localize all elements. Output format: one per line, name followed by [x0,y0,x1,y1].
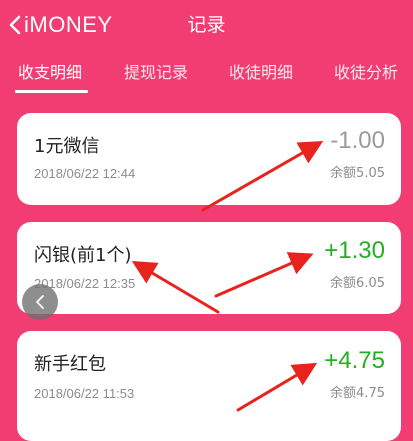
balance-label: 余额 [330,386,357,401]
record-amount: -1.00 [330,127,385,154]
record-name: 1元微信 [34,136,100,157]
record-balance: 余额5.05 [330,165,385,183]
record-amount: +4.75 [324,347,385,374]
balance-value: 4.75 [356,386,385,401]
record-name: 新手红包 [34,354,106,375]
record-card[interactable]: 1元微信 -1.00 2018/06/22 12:44 余额5.05 [17,113,401,205]
record-date: 2018/06/22 11:53 [34,386,135,401]
record-card[interactable]: 新手红包 +4.75 2018/06/22 11:53 余额4.75 [17,331,401,441]
record-card[interactable]: 闪银(前1个) +1.30 2018/06/22 12:35 余额6.05 [17,222,401,314]
top-bar: iMONEY 记录 [0,0,413,52]
tab-apprentice-analysis[interactable]: 收徒分析 [334,62,398,84]
balance-value: 6.05 [356,276,385,291]
tab-apprentice-details[interactable]: 收徒明细 [229,62,293,84]
record-balance: 余额4.75 [330,385,385,403]
page-title: 记录 [187,14,226,36]
chevron-left-icon [36,295,44,309]
record-amount: +1.30 [324,237,385,264]
balance-value: 5.05 [356,166,385,181]
balance-label: 余额 [330,166,357,181]
balance-label: 余额 [330,276,357,291]
record-name: 闪银(前1个) [34,245,132,266]
floating-back-button[interactable] [22,284,58,320]
tab-withdraw-records[interactable]: 提现记录 [124,62,188,84]
record-balance: 余额6.05 [330,275,385,293]
record-date: 2018/06/22 12:44 [34,166,136,181]
tab-income-expense[interactable]: 收支明细 [18,62,82,84]
active-tab-indicator [15,90,88,93]
